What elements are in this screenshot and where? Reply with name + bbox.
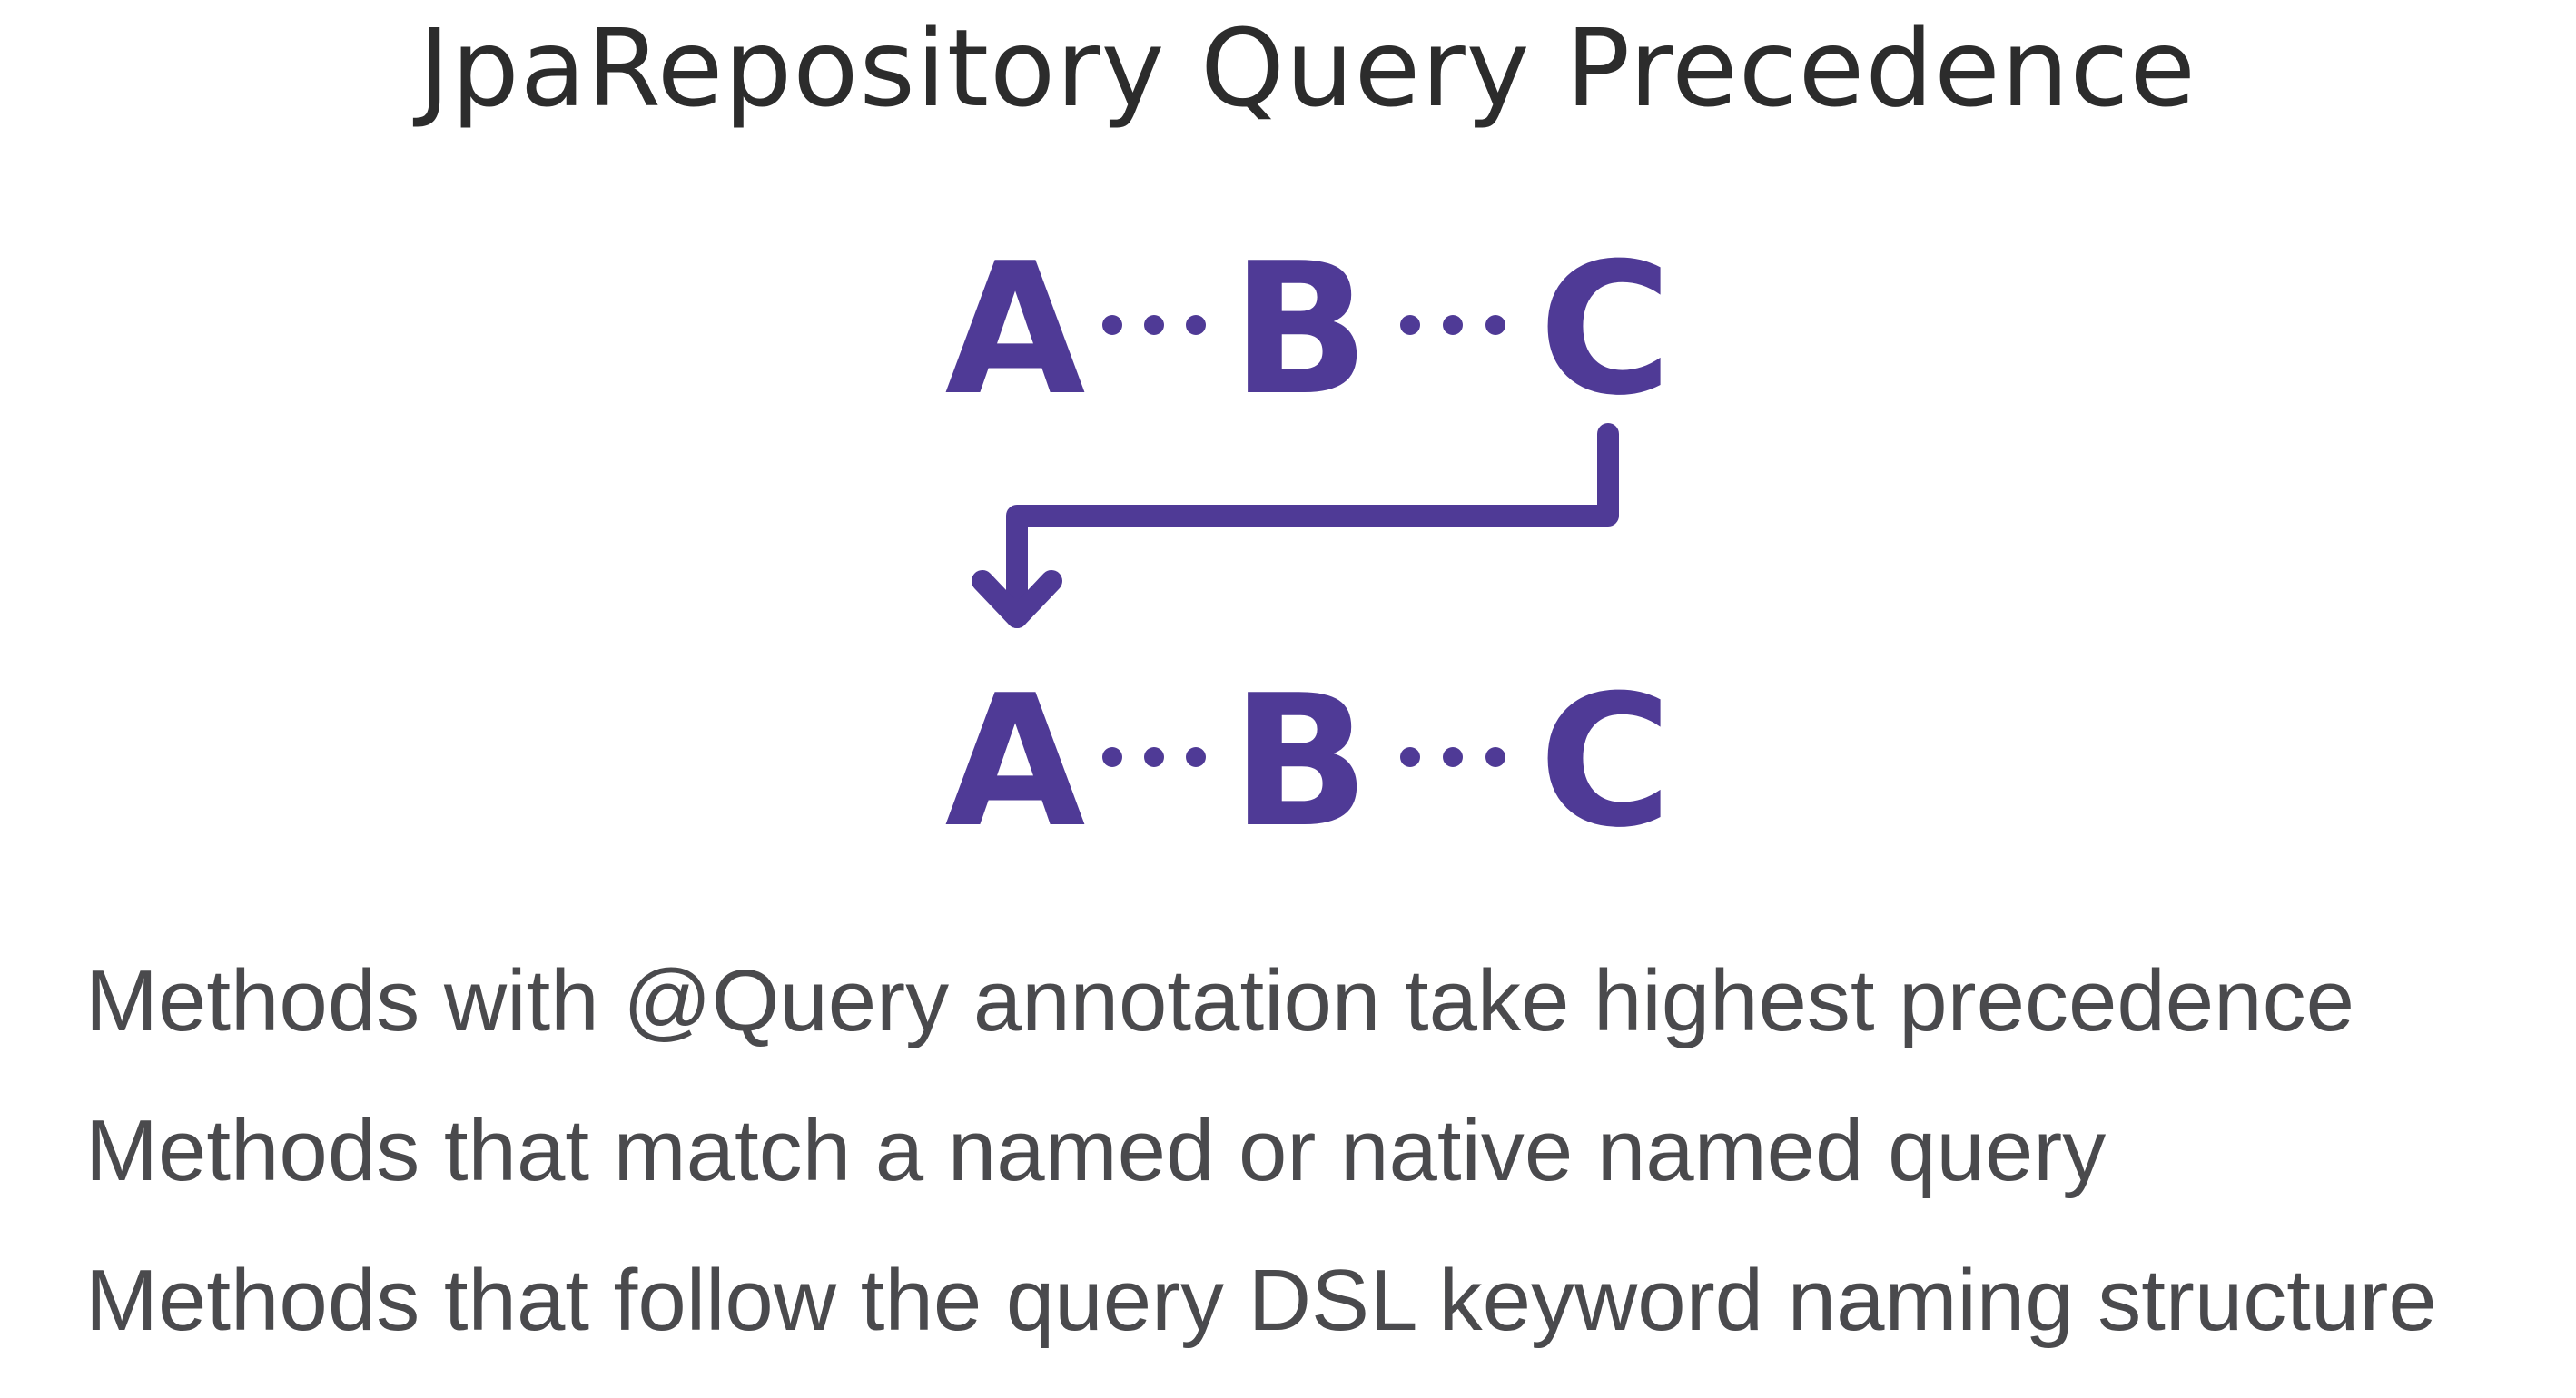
precedence-item-dsl-keywords: Methods that follow the query DSL keywor… xyxy=(85,1252,2437,1349)
top-dots-ab xyxy=(1102,315,1206,335)
precedence-item-query-annotation: Methods with @Query annotation take high… xyxy=(85,952,2354,1049)
top-letter-c: C xyxy=(1539,224,1673,436)
top-dots-bc xyxy=(1400,315,1505,335)
precedence-list: Methods with @Query annotation take high… xyxy=(85,926,2437,1375)
bottom-letter-b: B xyxy=(1231,656,1369,868)
top-letter-b: B xyxy=(1231,224,1369,436)
bottom-letter-c: C xyxy=(1539,656,1673,868)
bottom-letter-a: A xyxy=(945,656,1086,868)
top-letter-a: A xyxy=(945,224,1086,436)
arrow-icon xyxy=(972,423,1619,628)
bottom-dots-bc xyxy=(1400,747,1505,767)
precedence-diagram: A B C A B C xyxy=(945,224,1673,868)
precedence-item-named-query: Methods that match a named or native nam… xyxy=(85,1102,2107,1199)
bottom-dots-ab xyxy=(1102,747,1206,767)
